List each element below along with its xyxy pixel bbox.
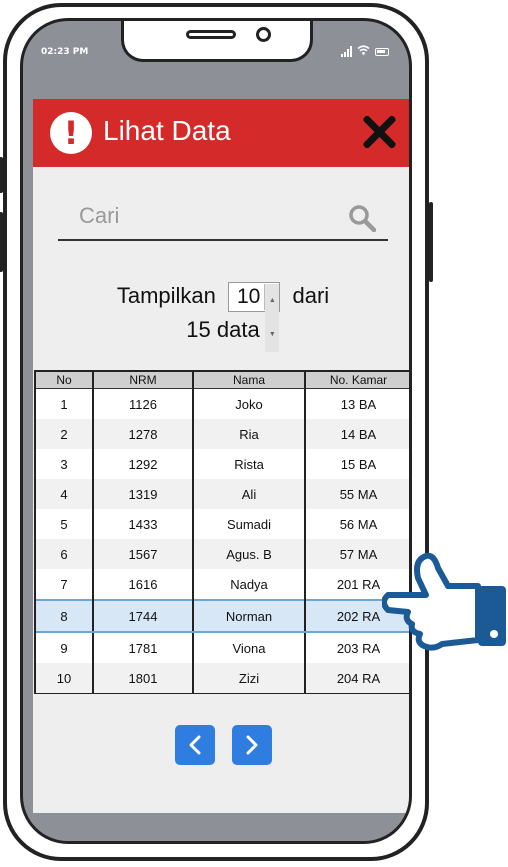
battery-icon <box>375 47 389 56</box>
show-label: Tampilkan <box>116 283 216 308</box>
table-cell: 1292 <box>92 449 193 479</box>
table-cell: 1126 <box>92 388 193 419</box>
table-cell: 7 <box>60 576 68 592</box>
table-cell: Viona <box>192 632 305 663</box>
page-title: Lihat Data <box>103 115 231 146</box>
table-cell: Ali <box>192 479 305 509</box>
table-cell: 56 MA <box>304 509 409 539</box>
table-cell: Ria <box>192 419 305 449</box>
column-header[interactable]: NRM <box>92 372 193 389</box>
data-table: No NRM Nama No. Kamar 1 1126 Joko 13 BA <box>34 370 409 694</box>
prev-page-button[interactable] <box>175 725 215 765</box>
table-cell: 1781 <box>92 632 193 663</box>
table-cell: 13 BA <box>304 388 409 419</box>
page-size-control: Tampilkan 10 ▲ ▼ dari 15 data <box>33 279 409 353</box>
chevron-right-icon <box>246 735 258 755</box>
table-cell: 9 <box>60 640 68 656</box>
chevron-left-icon <box>189 735 201 755</box>
stepper-up-icon[interactable]: ▲ <box>265 284 280 319</box>
search-input[interactable]: Cari <box>58 199 388 241</box>
table-cell: 1433 <box>92 509 193 539</box>
next-page-button[interactable] <box>232 725 272 765</box>
side-button <box>429 202 433 282</box>
table-cell: 15 BA <box>304 449 409 479</box>
table-cell: Norman <box>192 599 305 633</box>
table-cell: 3 <box>60 456 68 472</box>
table-cell: Sumadi <box>192 509 305 539</box>
status-time: 02:23 PM <box>41 47 89 57</box>
camera-icon <box>256 27 271 42</box>
table-cell: Agus. B <box>192 539 305 569</box>
table-cell: 1616 <box>92 569 193 600</box>
status-icons <box>341 45 389 58</box>
phone-frame: 02:23 PM ! Lihat Data Cari Tampilkan 10 … <box>0 3 433 861</box>
column-header[interactable]: No <box>36 372 93 389</box>
table-row[interactable]: 5 1433 Sumadi 56 MA <box>36 509 409 539</box>
stepper-down-icon[interactable]: ▼ <box>265 318 280 353</box>
table-cell: 55 MA <box>304 479 409 509</box>
notch <box>121 21 313 62</box>
side-button <box>0 212 3 272</box>
table-cell: Zizi <box>192 663 305 693</box>
pointing-hand-icon <box>382 552 506 651</box>
app-screen: ! Lihat Data Cari Tampilkan 10 ▲ ▼ dari … <box>33 99 409 813</box>
table-row[interactable]: 10 1801 Zizi 204 RA <box>36 663 409 693</box>
table-cell: 10 <box>36 663 93 693</box>
table-cell: 14 BA <box>304 419 409 449</box>
page-size-value: 10 <box>237 285 261 309</box>
table-cell: 204 RA <box>304 663 409 693</box>
of-label: dari <box>292 283 330 308</box>
table-cell: 1 <box>60 396 68 412</box>
wifi-icon <box>357 45 370 58</box>
signal-icon <box>341 46 352 57</box>
table-cell: 6 <box>36 539 93 569</box>
search-icon[interactable] <box>348 204 376 232</box>
table-header-row: No NRM Nama No. Kamar <box>36 372 409 389</box>
table-cell: 1319 <box>92 479 193 509</box>
total-label: 15 data <box>186 317 260 342</box>
table-row[interactable]: 7 1616 Nadya 201 RA <box>36 569 409 600</box>
stepper-arrows: ▲ ▼ <box>264 284 280 353</box>
table-row[interactable]: 9 1781 Viona 203 RA <box>36 632 409 663</box>
table-row[interactable]: 3 1292 Rista 15 BA <box>36 449 409 479</box>
table-cell: 1744 <box>92 599 193 633</box>
search-placeholder: Cari <box>79 203 120 228</box>
side-button <box>0 157 3 193</box>
table-cell: Nadya <box>192 569 305 600</box>
table-cell: 5 <box>60 516 68 532</box>
table-cell: 1567 <box>92 539 193 569</box>
table-row[interactable]: 4 1319 Ali 55 MA <box>36 479 409 509</box>
alert-icon: ! <box>50 112 92 154</box>
page-size-stepper[interactable]: 10 ▲ ▼ <box>228 282 281 353</box>
table-row[interactable]: 2 1278 Ria 14 BA <box>36 419 409 449</box>
table-cell: 1801 <box>92 663 193 693</box>
table-cell: 2 <box>36 419 93 449</box>
table-cell: Joko <box>192 388 305 419</box>
phone-screen-area: 02:23 PM ! Lihat Data Cari Tampilkan 10 … <box>20 18 412 844</box>
table-row[interactable]: 1 1126 Joko 13 BA <box>36 388 409 419</box>
table-cell: 4 <box>36 479 93 509</box>
dialog-header: ! Lihat Data <box>33 99 409 167</box>
table-cell: 8 <box>36 599 93 633</box>
table-cell: 1278 <box>92 419 193 449</box>
speaker-icon <box>186 30 236 39</box>
table-row[interactable]: 6 1567 Agus. B 57 MA <box>36 539 409 569</box>
table-cell: Rista <box>192 449 305 479</box>
column-header[interactable]: Nama <box>192 372 305 389</box>
table-row-selected[interactable]: 8 1744 Norman 202 RA <box>36 599 409 633</box>
column-header[interactable]: No. Kamar <box>304 372 409 389</box>
close-icon[interactable] <box>361 113 397 149</box>
